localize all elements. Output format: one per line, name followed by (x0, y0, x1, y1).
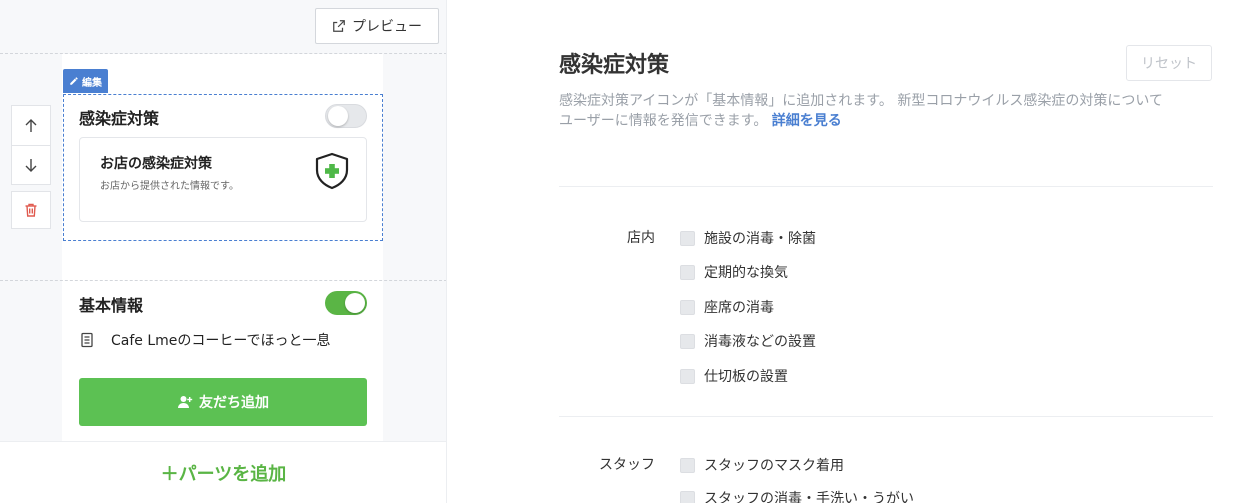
guide-line (0, 280, 446, 281)
checkbox[interactable] (680, 457, 695, 473)
add-parts-button[interactable]: ＋パーツを追加 (161, 460, 287, 486)
group-label-staff: スタッフ (599, 457, 655, 473)
checkbox-label: 消毒液などの設置 (704, 334, 816, 350)
checkbox-label: 定期的な換気 (704, 265, 788, 281)
checkbox-row[interactable]: 定期的な換気 (680, 262, 788, 282)
infection-block-toggle[interactable] (325, 104, 367, 128)
external-link-icon (333, 20, 345, 32)
bottom-bar: ＋パーツを追加 (0, 441, 446, 503)
arrow-up-icon (25, 118, 37, 132)
trash-icon (25, 203, 37, 217)
group-label-store: 店内 (627, 230, 655, 246)
toggle-knob (328, 106, 348, 126)
checkbox[interactable] (680, 264, 695, 280)
description-line-1: 感染症対策アイコンが「基本情報」に追加されます。 新型コロナウイルス感染症の対策… (559, 93, 1163, 109)
infection-block-title: 感染症対策 (79, 109, 160, 128)
checkbox-row[interactable]: スタッフの消毒・手洗い・うがい (680, 488, 914, 503)
delete-button[interactable] (11, 191, 51, 229)
checkbox-row[interactable]: 消毒液などの設置 (680, 331, 816, 351)
infection-card: お店の感染症対策 お店から提供された情報です。 (79, 137, 367, 222)
add-friend-label: 友だち追加 (199, 395, 269, 411)
reset-button[interactable]: リセット (1126, 45, 1212, 81)
basic-info-toggle[interactable] (325, 291, 367, 315)
edit-tag-label: 編集 (82, 77, 102, 89)
checkbox-row[interactable]: 施設の消毒・除菌 (680, 228, 816, 248)
checkbox[interactable] (680, 333, 695, 349)
preview-button[interactable]: プレビュー (315, 8, 439, 44)
checkbox-row[interactable]: スタッフのマスク着用 (680, 455, 844, 475)
add-friend-button[interactable]: 友だち追加 (79, 378, 367, 426)
checkbox-label: 座席の消毒 (704, 300, 774, 316)
checkbox[interactable] (680, 368, 695, 384)
section-divider (559, 186, 1213, 187)
infection-card-subtitle: お店から提供された情報です。 (100, 181, 239, 192)
basic-info-description: Cafe Lmeのコーヒーでほっと一息 (111, 333, 331, 349)
checkbox-label: 仕切板の設置 (704, 369, 788, 385)
section-divider (559, 416, 1213, 417)
arrow-down-icon (25, 159, 37, 172)
checkbox[interactable] (680, 490, 695, 503)
edit-tag[interactable]: 編集 (63, 69, 108, 93)
document-icon (81, 332, 93, 348)
description-line-2: ユーザーに情報を発信できます。 (559, 113, 768, 129)
shield-plus-icon (315, 152, 349, 190)
basic-info-title: 基本情報 (79, 296, 144, 315)
checkbox-row[interactable]: 仕切板の設置 (680, 366, 788, 386)
basic-info-description-row: Cafe Lmeのコーヒーでほっと一息 (79, 330, 331, 350)
checkbox-label: スタッフの消毒・手洗い・うがい (704, 491, 914, 503)
preview-panel: プレビュー 編集 感染症対策 お店の感染症対策 お店から提供された情報です。 基… (0, 0, 447, 503)
preview-button-label: プレビュー (352, 19, 422, 35)
checkbox-label: 施設の消毒・除菌 (704, 231, 816, 247)
checkbox[interactable] (680, 230, 695, 246)
checkbox-row[interactable]: 座席の消毒 (680, 297, 774, 317)
move-down-button[interactable] (11, 145, 51, 185)
block-controls (11, 105, 51, 229)
checkbox-label: スタッフのマスク着用 (704, 458, 844, 474)
details-link[interactable]: 詳細を見る (772, 113, 842, 129)
infection-card-title: お店の感染症対策 (100, 156, 212, 172)
settings-description: 感染症対策アイコンが「基本情報」に追加されます。 新型コロナウイルス感染症の対策… (559, 91, 1219, 131)
checkbox[interactable] (680, 299, 695, 315)
pencil-icon (70, 77, 78, 85)
toggle-knob (345, 293, 365, 313)
page-title: 感染症対策 (559, 53, 670, 78)
settings-panel: 感染症対策 リセット 感染症対策アイコンが「基本情報」に追加されます。 新型コロ… (448, 0, 1244, 503)
move-up-button[interactable] (11, 105, 51, 145)
user-plus-icon (178, 396, 193, 408)
